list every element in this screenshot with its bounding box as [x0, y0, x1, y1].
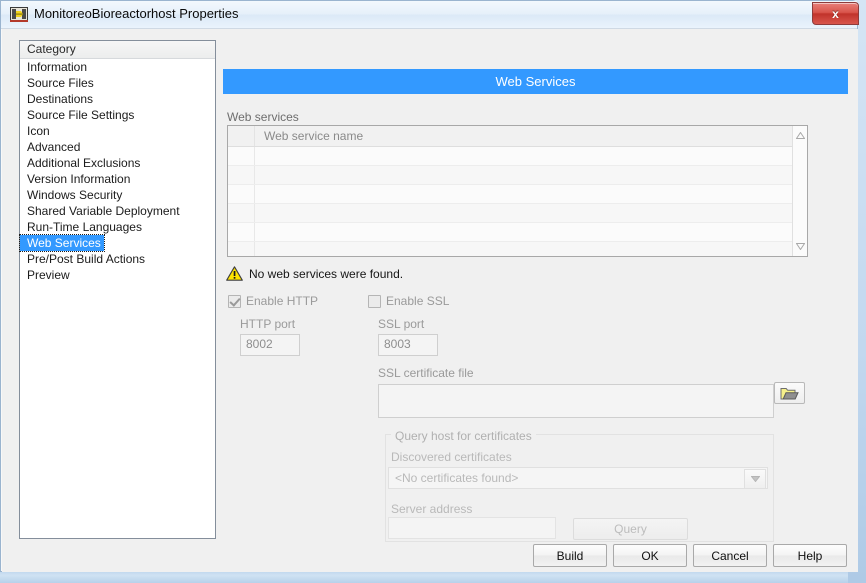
sidebar-item-additional-exclusions[interactable]: Additional Exclusions: [20, 155, 215, 171]
category-row: Advanced: [20, 139, 215, 155]
page-title: Web Services: [223, 69, 848, 94]
category-row: Additional Exclusions: [20, 155, 215, 171]
discovered-certificates-dropdown[interactable]: <No certificates found>: [388, 467, 768, 489]
warning-triangle-icon: [226, 266, 243, 281]
table-row[interactable]: [228, 223, 807, 242]
triangle-down-icon: [796, 243, 805, 250]
sidebar-item-advanced[interactable]: Advanced: [20, 139, 215, 155]
server-address-input[interactable]: [388, 517, 556, 539]
category-row: Shared Variable Deployment: [20, 203, 215, 219]
discovered-certificates-value: <No certificates found>: [395, 471, 519, 485]
web-services-listbox[interactable]: Web service name: [227, 125, 808, 257]
ssl-certificate-file-input[interactable]: [378, 384, 774, 418]
sidebar-item-preview[interactable]: Preview: [20, 267, 215, 283]
ssl-port-label: SSL port: [378, 317, 425, 331]
scroll-up-button[interactable]: [793, 128, 807, 143]
sidebar-item-information[interactable]: Information: [20, 59, 215, 75]
table-row[interactable]: [228, 147, 807, 166]
close-button[interactable]: x: [812, 2, 859, 25]
warning-message: No web services were found.: [226, 266, 403, 281]
category-row: Preview: [20, 267, 215, 283]
checkbox-checked-icon: [228, 294, 241, 308]
sidebar-item-pre-post-build-actions[interactable]: Pre/Post Build Actions: [20, 251, 215, 267]
row-divider: [254, 242, 255, 256]
chevron-down-icon: [750, 476, 760, 482]
folder-open-icon: [780, 387, 799, 399]
table-row[interactable]: [228, 242, 807, 256]
dropdown-arrow-button[interactable]: [744, 469, 766, 489]
enable-ssl-label: Enable SSL: [386, 294, 450, 308]
server-address-label: Server address: [391, 502, 473, 516]
window-title: MonitoreoBioreactorhost Properties: [34, 6, 239, 21]
row-divider: [254, 223, 255, 241]
close-icon: x: [832, 6, 839, 21]
enable-http-label: Enable HTTP: [246, 294, 319, 308]
triangle-up-icon: [796, 132, 805, 139]
category-row: Windows Security: [20, 187, 215, 203]
title-bar[interactable]: MonitoreoBioreactorhost Properties x: [1, 1, 859, 29]
web-services-list-header: Web service name: [228, 126, 807, 147]
ok-button[interactable]: OK: [613, 544, 687, 567]
labview-icon: [10, 7, 28, 22]
vertical-scrollbar[interactable]: [792, 126, 807, 256]
ssl-certificate-file-label: SSL certificate file: [378, 366, 474, 380]
column-header-web-service-name: Web service name: [264, 129, 364, 143]
row-divider: [254, 185, 255, 203]
sidebar-item-web-services[interactable]: Web Services: [19, 234, 105, 252]
category-list[interactable]: Category Information Source Files Destin…: [19, 40, 216, 539]
sidebar-item-run-time-languages[interactable]: Run-Time Languages: [20, 219, 215, 235]
category-row: Version Information: [20, 171, 215, 187]
query-button[interactable]: Query: [573, 518, 688, 540]
warning-text: No web services were found.: [249, 266, 404, 281]
category-row: Pre/Post Build Actions: [20, 251, 215, 267]
category-row: Run-Time Languages: [20, 219, 215, 235]
enable-ssl-checkbox[interactable]: Enable SSL: [368, 294, 449, 308]
properties-dialog: MonitoreoBioreactorhost Properties x Cat…: [0, 0, 859, 572]
row-divider: [254, 166, 255, 184]
sidebar-item-icon[interactable]: Icon: [20, 123, 215, 139]
enable-http-checkbox[interactable]: Enable HTTP: [228, 294, 318, 308]
build-button[interactable]: Build: [533, 544, 607, 567]
cancel-button[interactable]: Cancel: [693, 544, 767, 567]
table-row[interactable]: [228, 166, 807, 185]
category-row: Destinations: [20, 91, 215, 107]
http-port-input[interactable]: 8002: [240, 334, 300, 356]
ssl-port-input[interactable]: 8003: [378, 334, 438, 356]
category-row: Icon: [20, 123, 215, 139]
category-row: Information: [20, 59, 215, 75]
help-button[interactable]: Help: [773, 544, 847, 567]
http-port-label: HTTP port: [240, 317, 296, 331]
category-row: Source Files: [20, 75, 215, 91]
query-host-group-title: Query host for certificates: [391, 429, 536, 443]
scroll-down-button[interactable]: [793, 239, 807, 254]
sidebar-item-source-files[interactable]: Source Files: [20, 75, 215, 91]
sidebar-item-windows-security[interactable]: Windows Security: [20, 187, 215, 203]
category-row: Source File Settings: [20, 107, 215, 123]
sidebar-item-destinations[interactable]: Destinations: [20, 91, 215, 107]
discovered-certificates-label: Discovered certificates: [391, 450, 512, 464]
dialog-client-area: Category Information Source Files Destin…: [2, 29, 858, 572]
table-row[interactable]: [228, 204, 807, 223]
category-row: Web Services: [19, 234, 215, 252]
table-row[interactable]: [228, 185, 807, 204]
sidebar-item-version-information[interactable]: Version Information: [20, 171, 215, 187]
category-list-header: Category: [20, 41, 215, 59]
sidebar-item-shared-variable-deployment[interactable]: Shared Variable Deployment: [20, 203, 215, 219]
row-divider: [254, 147, 255, 165]
row-divider: [254, 204, 255, 222]
column-divider: [254, 126, 255, 146]
checkbox-unchecked-icon: [368, 294, 381, 308]
web-services-label: Web services: [227, 110, 299, 124]
browse-certificate-button[interactable]: [774, 382, 805, 404]
sidebar-item-source-file-settings[interactable]: Source File Settings: [20, 107, 215, 123]
